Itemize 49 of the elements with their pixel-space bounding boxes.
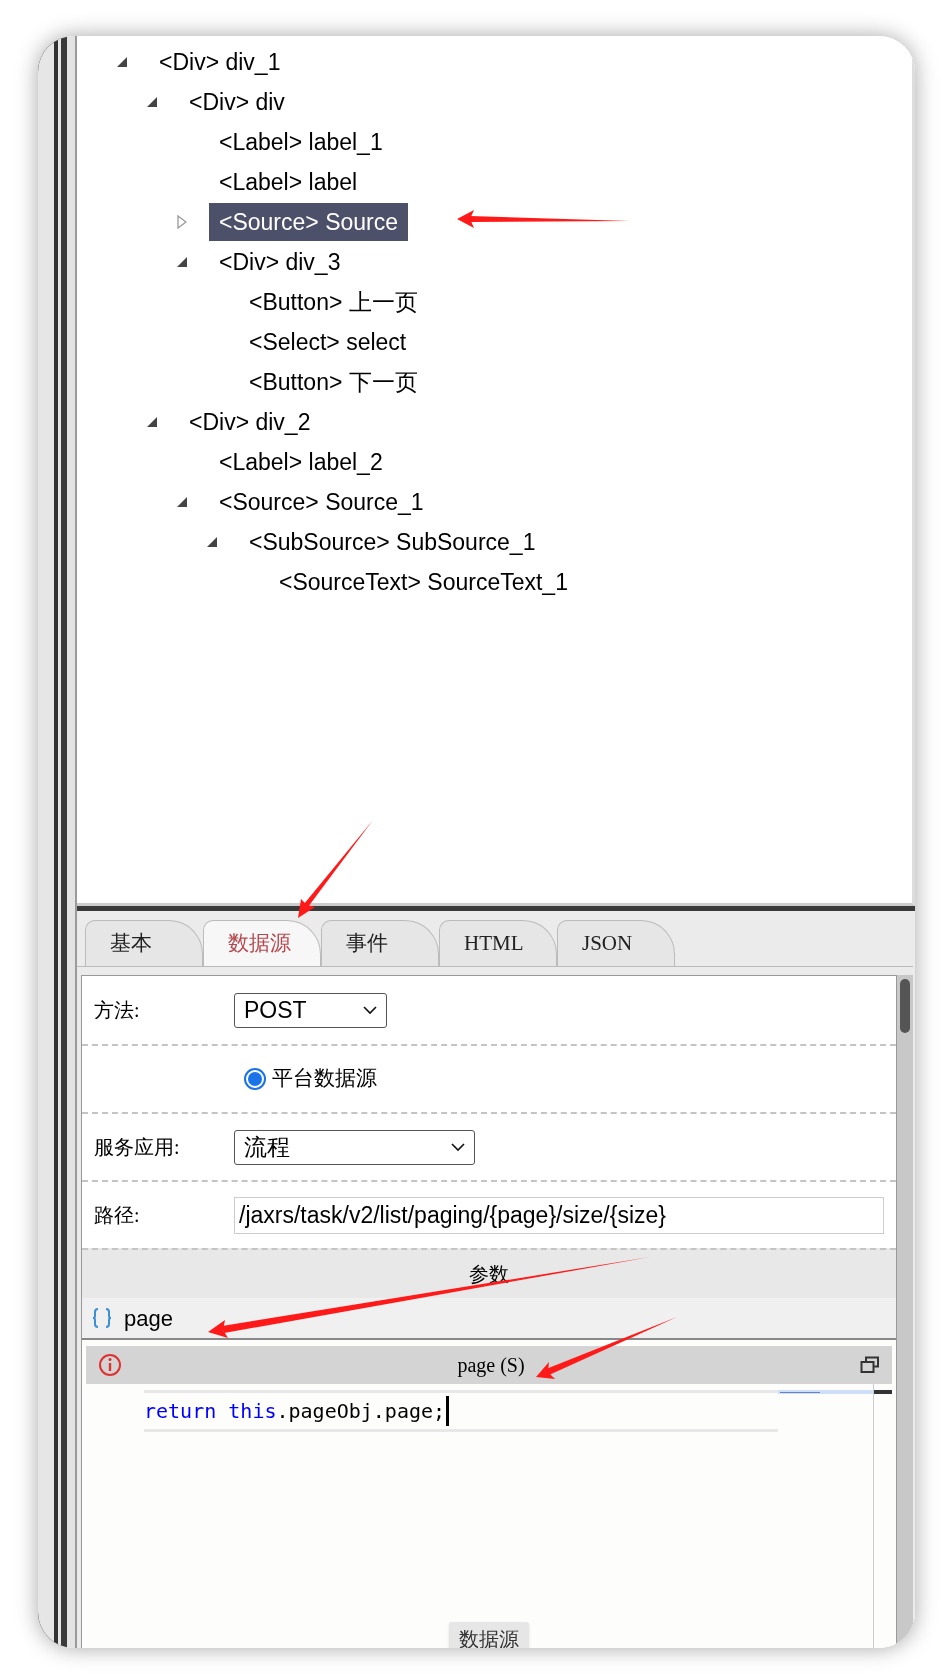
expanded-triangle-icon[interactable] <box>147 417 157 427</box>
param-name: page <box>124 1304 173 1333</box>
braces-icon <box>92 1307 112 1329</box>
chevron-down-icon <box>363 1005 377 1015</box>
property-tab[interactable]: 数据源 <box>203 920 321 966</box>
editor-title: page (S) <box>457 1353 525 1379</box>
property-tab[interactable]: 基本 <box>85 920 203 966</box>
tree-item[interactable]: <Select> select <box>239 322 417 362</box>
tree-item[interactable]: <SubSource> SubSource_1 <box>239 522 546 562</box>
property-tab[interactable]: 事件 <box>321 920 439 966</box>
text-cursor <box>446 1396 450 1426</box>
select-dropdown[interactable]: POST <box>234 992 387 1028</box>
scrollbar-thumb[interactable] <box>874 1390 892 1394</box>
tree-item[interactable]: <Source> Source <box>209 202 408 242</box>
restore-window-icon[interactable] <box>860 1356 880 1374</box>
select-value: POST <box>244 995 307 1025</box>
param-item[interactable]: page <box>82 1298 896 1340</box>
tree-item[interactable]: <Div> div_3 <box>209 242 351 282</box>
property-tab[interactable]: HTML <box>439 920 557 966</box>
tree-item[interactable]: <Source> Source_1 <box>209 482 434 522</box>
tree-item[interactable]: <Label> label_1 <box>209 122 393 162</box>
field-label: 服务应用: <box>94 1135 181 1160</box>
path-input[interactable]: /jaxrs/task/v2/list/paging/{page}/size/{size} <box>234 1196 884 1234</box>
tree-item[interactable]: <Label> label <box>209 162 368 202</box>
tree-item[interactable]: <Div> div <box>179 82 295 122</box>
property-tab[interactable]: JSON <box>557 920 675 966</box>
expanded-triangle-icon[interactable] <box>207 537 217 547</box>
collapsed-triangle-icon[interactable] <box>177 215 187 229</box>
expanded-triangle-icon[interactable] <box>147 97 157 107</box>
tree-item[interactable]: <Div> div_1 <box>149 42 291 82</box>
info-icon <box>98 1353 122 1377</box>
tooltip: 数据源 <box>449 1622 529 1648</box>
tree-item[interactable]: <Button> 上一页 <box>239 282 428 322</box>
radio-button[interactable] <box>244 1068 266 1090</box>
field-label: 方法: <box>94 998 141 1023</box>
expanded-triangle-icon[interactable] <box>177 497 187 507</box>
radio-label: 平台数据源 <box>272 1065 377 1093</box>
tree-item[interactable]: <Button> 下一页 <box>239 362 428 402</box>
select-dropdown[interactable]: 流程 <box>234 1129 475 1165</box>
tree-item[interactable]: <SourceText> SourceText_1 <box>269 562 578 602</box>
tree-item[interactable]: <Div> div_2 <box>179 402 321 442</box>
code-line[interactable]: return this.pageObj.page; <box>144 1390 778 1432</box>
expanded-triangle-icon[interactable] <box>177 257 187 267</box>
chevron-down-icon <box>451 1142 465 1152</box>
tree-item[interactable]: <Label> label_2 <box>209 442 393 482</box>
expanded-triangle-icon[interactable] <box>117 57 127 67</box>
select-value: 流程 <box>244 1132 290 1162</box>
scrollbar-thumb[interactable] <box>900 979 910 1033</box>
field-label: 路径: <box>94 1203 141 1228</box>
